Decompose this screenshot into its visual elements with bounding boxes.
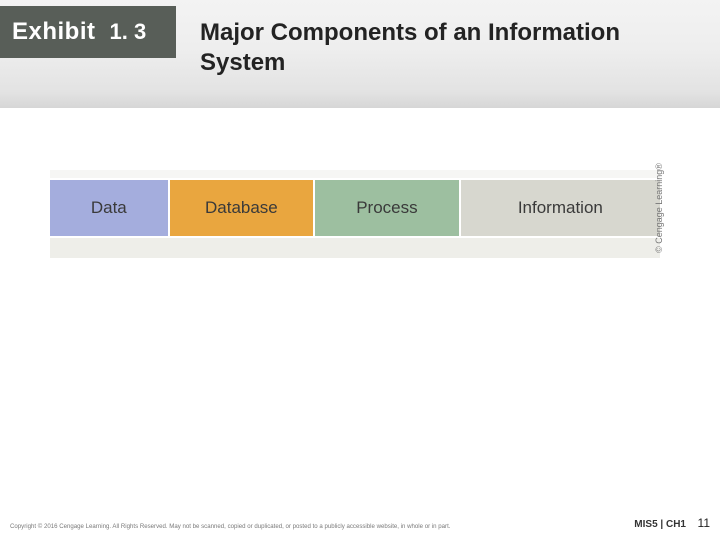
side-credit: © Cengage Learning®	[614, 148, 704, 268]
cell-database: Database	[170, 180, 316, 236]
components-row: Data Database Process Information	[48, 178, 662, 238]
exhibit-number: 1. 3	[96, 19, 147, 45]
cell-data: Data	[50, 180, 170, 236]
copyright-footer: Copyright © 2016 Cengage Learning. All R…	[10, 523, 540, 530]
side-credit-text: © Cengage Learning®	[654, 163, 664, 253]
page-number: 11	[698, 516, 710, 530]
diagram-bottom-accent	[48, 238, 662, 260]
slide-title: Major Components of an Information Syste…	[200, 18, 680, 78]
components-diagram: Data Database Process Information	[48, 168, 662, 260]
exhibit-tag: Exhibit 1. 3	[0, 6, 176, 58]
slide: Exhibit 1. 3 Major Components of an Info…	[0, 0, 720, 540]
exhibit-label: Exhibit	[0, 18, 96, 46]
chapter-label: MIS5 | CH1	[634, 519, 686, 530]
cell-process: Process	[315, 180, 461, 236]
diagram-top-accent	[48, 168, 662, 178]
